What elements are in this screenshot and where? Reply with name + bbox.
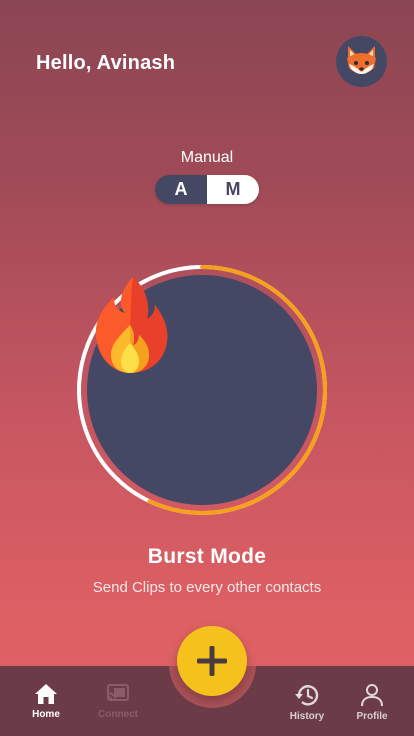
burst-core[interactable] xyxy=(87,275,317,505)
history-icon xyxy=(295,685,319,706)
mode-description: Send Clips to every other contacts xyxy=(92,579,322,596)
nav-label: Home xyxy=(32,709,60,720)
person-icon xyxy=(361,684,383,707)
fire-icon xyxy=(95,277,168,373)
mode-title: Burst Mode xyxy=(147,545,267,568)
greeting-text: Hello, Avinash xyxy=(36,52,176,74)
nav-label: History xyxy=(289,711,325,722)
nav-item-history[interactable]: History xyxy=(275,666,339,736)
nav-item-home[interactable]: Home xyxy=(14,666,78,736)
nav-label: Profile xyxy=(356,711,388,722)
cast-icon xyxy=(107,684,129,702)
auto-manual-toggle[interactable]: A M xyxy=(155,175,259,204)
add-button[interactable] xyxy=(177,626,247,696)
fox-avatar-icon[interactable] xyxy=(336,36,387,87)
nav-item-profile[interactable]: Profile xyxy=(340,666,404,736)
mode-label: Manual xyxy=(180,149,234,166)
nav-label: Connect xyxy=(98,709,138,720)
toggle-option-manual[interactable]: M xyxy=(207,175,259,204)
header: Hello, Avinash xyxy=(0,36,414,90)
toggle-option-auto[interactable]: A xyxy=(155,175,207,204)
home-icon xyxy=(35,684,57,704)
nav-item-connect[interactable]: Connect xyxy=(86,666,150,736)
plus-icon xyxy=(197,646,227,676)
burst-mode-dial[interactable] xyxy=(76,264,328,516)
